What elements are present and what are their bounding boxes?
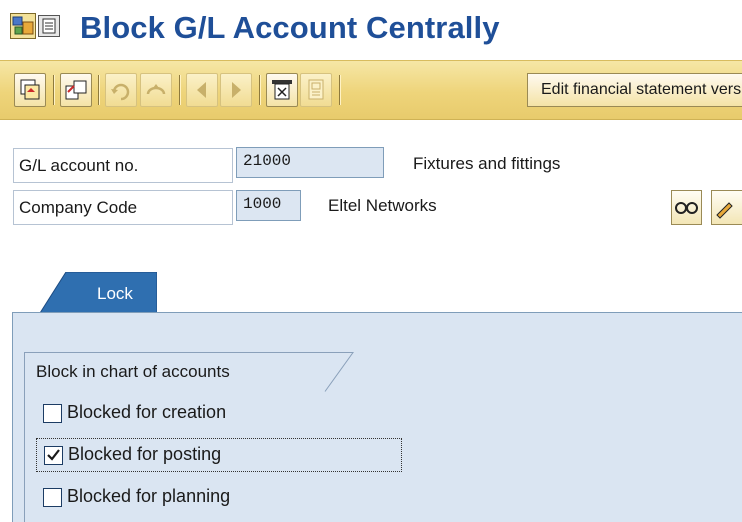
document-button[interactable] bbox=[300, 73, 332, 107]
blocked-for-creation-row[interactable]: Blocked for creation bbox=[36, 397, 286, 431]
title-bar: Block G/L Account Centrally bbox=[0, 0, 742, 58]
tab-lock-label: Lock bbox=[97, 284, 133, 303]
application-toolbar: Edit financial statement version bbox=[0, 60, 742, 120]
previous-icon bbox=[197, 82, 206, 98]
tab-lock[interactable]: Lock bbox=[40, 272, 157, 313]
blocked-for-posting-row[interactable]: Blocked for posting bbox=[36, 438, 402, 472]
previous-button[interactable] bbox=[186, 73, 218, 107]
blocked-for-planning-row[interactable]: Blocked for planning bbox=[36, 481, 286, 515]
gl-account-label: G/L account no. bbox=[13, 148, 233, 183]
company-code-description: Eltel Networks bbox=[328, 196, 437, 215]
blocked-for-posting-checkbox[interactable] bbox=[44, 446, 63, 465]
glasses-icon bbox=[675, 202, 698, 214]
toolbar-separator bbox=[53, 75, 55, 105]
checkmark-icon bbox=[47, 449, 60, 461]
switch-mode-icon bbox=[20, 79, 40, 100]
page-title: Block G/L Account Centrally bbox=[80, 10, 500, 45]
group-title: Block in chart of accounts bbox=[36, 362, 230, 381]
next-icon bbox=[232, 82, 241, 98]
undo-icon bbox=[111, 83, 130, 101]
menu-icon[interactable] bbox=[38, 15, 60, 37]
company-code-input[interactable]: 1000 bbox=[236, 190, 301, 221]
toolbar-separator bbox=[259, 75, 261, 105]
gl-account-input[interactable]: 21000 bbox=[236, 147, 384, 178]
group-header: Block in chart of accounts bbox=[24, 352, 354, 392]
where-used-button[interactable] bbox=[266, 73, 298, 107]
change-display-button[interactable] bbox=[60, 73, 92, 107]
redo-button[interactable] bbox=[140, 73, 172, 107]
switch-mode-button[interactable] bbox=[14, 73, 46, 107]
undo-button[interactable] bbox=[105, 73, 137, 107]
redo-icon bbox=[146, 84, 166, 95]
gl-account-description: Fixtures and fittings bbox=[413, 154, 561, 173]
blocked-for-posting-label: Blocked for posting bbox=[68, 444, 222, 464]
pencil-icon bbox=[716, 202, 733, 219]
display-details-button[interactable] bbox=[671, 190, 702, 225]
next-button[interactable] bbox=[220, 73, 252, 107]
blocked-for-creation-label: Blocked for creation bbox=[67, 402, 227, 422]
blocked-for-creation-checkbox[interactable] bbox=[43, 404, 62, 423]
toolbar-separator bbox=[339, 75, 341, 105]
change-display-icon bbox=[65, 80, 87, 100]
where-used-icon bbox=[272, 80, 292, 100]
toolbar-separator bbox=[179, 75, 181, 105]
document-icon bbox=[308, 79, 324, 100]
blocked-for-planning-checkbox[interactable] bbox=[43, 488, 62, 507]
company-code-label: Company Code bbox=[13, 190, 233, 225]
blocked-for-planning-label: Blocked for planning bbox=[67, 486, 231, 506]
transaction-icon[interactable] bbox=[10, 13, 36, 39]
change-details-button[interactable] bbox=[711, 190, 742, 225]
edit-financial-statement-button[interactable]: Edit financial statement version bbox=[527, 73, 742, 107]
toolbar-separator bbox=[98, 75, 100, 105]
